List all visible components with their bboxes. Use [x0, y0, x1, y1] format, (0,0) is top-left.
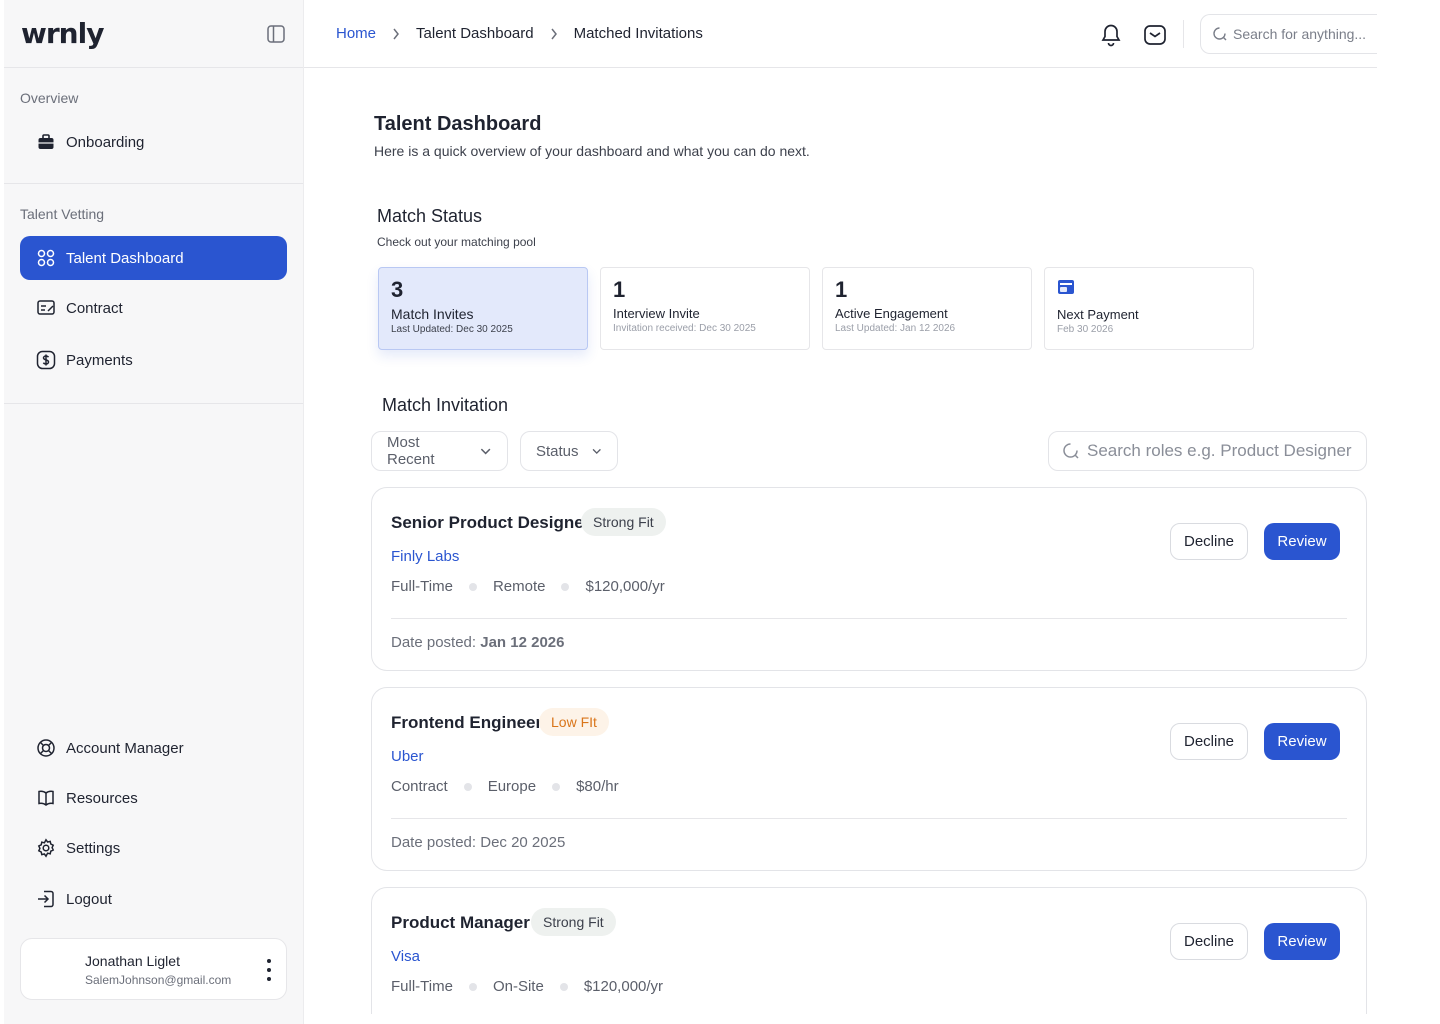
company-link[interactable]: Finly Labs — [391, 548, 459, 565]
grid-icon — [37, 249, 55, 267]
sidebar-item-label: Onboarding — [66, 133, 145, 151]
separator-dot — [552, 782, 561, 791]
job-title: Product Manager — [391, 913, 530, 932]
review-button[interactable]: Review — [1264, 523, 1340, 560]
job-location: Europe — [487, 778, 537, 795]
decline-button[interactable]: Decline — [1170, 923, 1248, 960]
job-title: Frontend Engineer — [391, 713, 543, 732]
divider — [391, 818, 1347, 819]
sidebar-item-logout[interactable]: Logout — [20, 877, 112, 921]
fit-badge: Low FIt — [539, 708, 609, 736]
date-posted: Date posted: Dec 20 2025 — [391, 834, 565, 851]
user-email: SalemJohnson@gmail.com — [85, 973, 232, 987]
job-meta: Contract Europe $80/hr — [391, 778, 619, 795]
user-profile-card[interactable]: Jonathan Liglet SalemJohnson@gmail.com — [20, 938, 287, 1000]
sidebar-header: wrnly — [4, 0, 303, 68]
fit-badge: Strong Fit — [531, 908, 616, 936]
job-type: Full-Time — [391, 578, 453, 595]
job-type: Full-Time — [391, 978, 453, 995]
review-button[interactable]: Review — [1264, 923, 1340, 960]
sidebar: wrnly Overview Onboarding Talent Vetting… — [4, 0, 304, 1024]
date-posted-prefix: Date posted: — [391, 834, 481, 851]
sidebar-item-label: Settings — [66, 839, 121, 857]
separator-dot — [561, 582, 570, 591]
sidebar-heading-overview: Overview — [20, 90, 79, 106]
sidebar-overview-section: Overview Onboarding — [4, 68, 303, 184]
sidebar-item-resources[interactable]: Resources — [20, 776, 138, 820]
job-meta: Full-Time On-Site $120,000/yr — [391, 978, 663, 995]
sidebar-item-label: Resources — [66, 789, 138, 807]
briefcase-icon — [38, 134, 54, 149]
sidebar-item-label: Contract — [66, 299, 123, 317]
sidebar-item-label: Logout — [66, 890, 112, 908]
divider — [391, 618, 1347, 619]
sidebar-item-payments[interactable]: Payments — [20, 338, 133, 382]
sidebar-item-label: Payments — [66, 351, 133, 369]
dollar-icon — [36, 350, 56, 370]
job-location: Remote — [492, 578, 546, 595]
sidebar-heading-talent-vetting: Talent Vetting — [20, 206, 105, 222]
more-options-icon[interactable] — [266, 959, 272, 981]
date-posted: Date posted: Jan 12 2026 — [391, 634, 564, 651]
job-list: Senior Product Designer Strong Fit Finly… — [304, 0, 1440, 1014]
job-card[interactable]: Senior Product Designer Strong Fit Finly… — [371, 487, 1367, 671]
date-posted-value: Jan 12 2026 — [480, 634, 565, 651]
sidebar-item-onboarding[interactable]: Onboarding — [20, 120, 144, 164]
separator-dot — [463, 782, 472, 791]
logout-icon — [38, 890, 54, 908]
company-link[interactable]: Visa — [391, 948, 420, 965]
fit-badge: Strong Fit — [581, 508, 666, 536]
separator-dot — [559, 982, 568, 991]
job-type: Contract — [391, 778, 448, 795]
sidebar-vetting-section: Talent Vetting Talent Dashboard Contract… — [4, 184, 303, 404]
gear-icon — [37, 838, 55, 858]
company-link[interactable]: Uber — [391, 748, 424, 765]
app-logo[interactable]: wrnly — [21, 17, 104, 50]
contract-icon — [37, 300, 55, 315]
date-posted-prefix: Date posted: — [391, 634, 481, 651]
job-pay: $120,000/yr — [583, 978, 664, 995]
job-card[interactable]: Product Manager Strong Fit Visa Full-Tim… — [371, 887, 1367, 1014]
decline-button[interactable]: Decline — [1170, 723, 1248, 760]
book-icon — [38, 790, 54, 806]
sidebar-item-label: Talent Dashboard — [66, 249, 184, 267]
sidebar-toggle-icon[interactable] — [266, 24, 286, 44]
decline-button[interactable]: Decline — [1170, 523, 1248, 560]
lifebuoy-icon — [37, 739, 55, 757]
sidebar-item-account-manager[interactable]: Account Manager — [20, 726, 184, 770]
job-meta: Full-Time Remote $120,000/yr — [391, 578, 665, 595]
sidebar-item-contract[interactable]: Contract — [20, 286, 123, 330]
job-pay: $80/hr — [576, 778, 619, 795]
job-card[interactable]: Frontend Engineer Low FIt Uber Contract … — [371, 687, 1367, 871]
job-location: On-Site — [492, 978, 544, 995]
sidebar-item-settings[interactable]: Settings — [20, 826, 120, 870]
date-posted-value: Dec 20 2025 — [480, 834, 566, 851]
user-name: Jonathan Liglet — [85, 953, 180, 969]
sidebar-item-label: Account Manager — [66, 739, 184, 757]
job-pay: $120,000/yr — [585, 578, 665, 595]
sidebar-item-talent-dashboard[interactable]: Talent Dashboard — [20, 236, 287, 280]
separator-dot — [468, 982, 477, 991]
separator-dot — [468, 582, 477, 591]
job-title: Senior Product Designer — [391, 513, 591, 532]
review-button[interactable]: Review — [1264, 723, 1340, 760]
